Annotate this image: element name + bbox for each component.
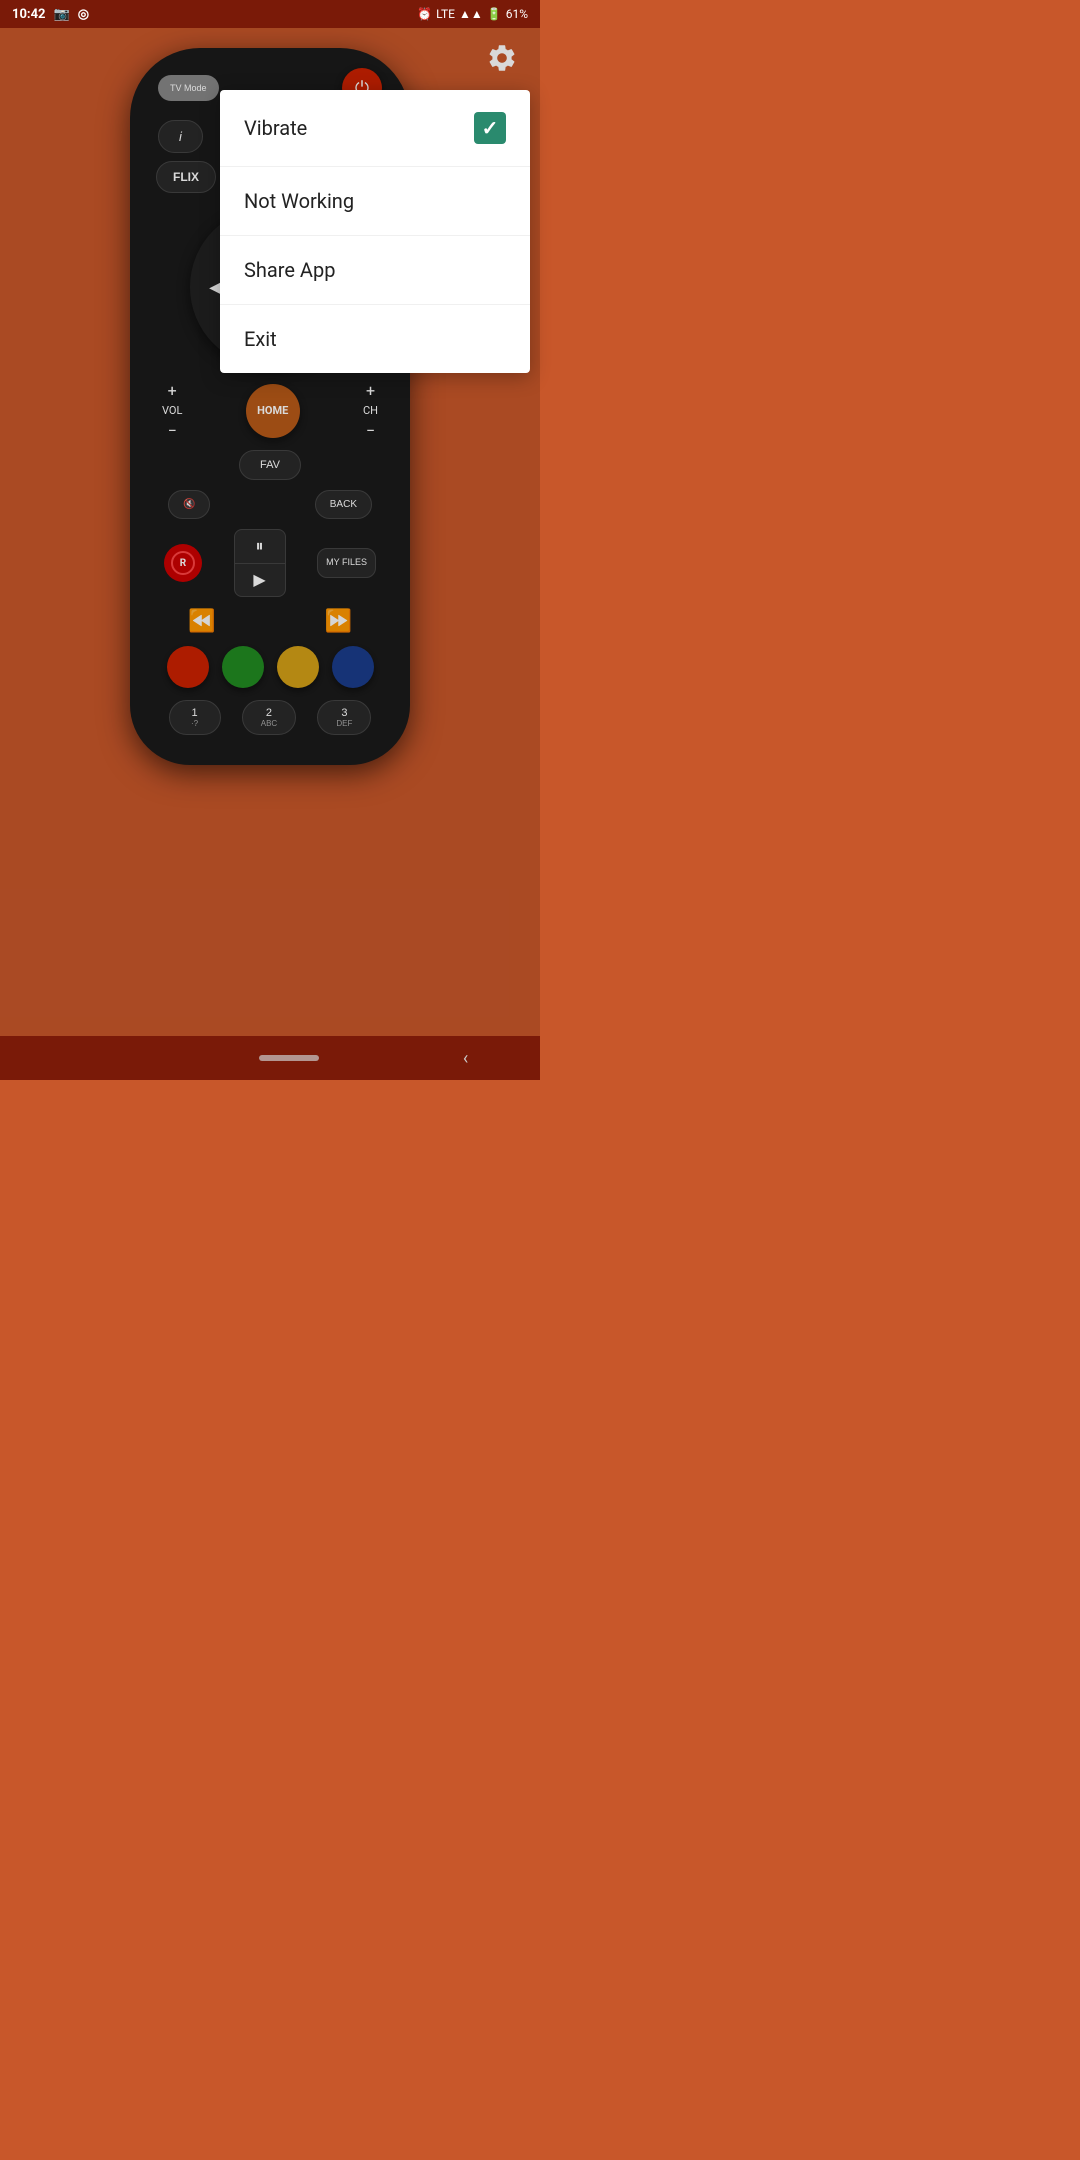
vpn-icon: ◎ [78, 7, 89, 22]
signal-icon: ▲▲ [459, 7, 483, 21]
pause-button[interactable]: ⏸ [234, 529, 286, 563]
color-buttons-row [148, 646, 392, 688]
vol-down-button[interactable]: − [168, 421, 177, 440]
exit-label: Exit [244, 327, 277, 351]
yellow-button[interactable] [277, 646, 319, 688]
fast-forward-button[interactable]: ⏩ [325, 609, 352, 634]
num2-button[interactable]: 2ABC [242, 700, 296, 735]
pause-play-group: ⏸ ▶ [234, 529, 286, 597]
mute-back-row: 🔇 BACK [148, 490, 392, 519]
vol-ch-row: + VOL − HOME + CH − [148, 381, 392, 440]
num1-button[interactable]: 1·? [169, 700, 221, 735]
vibrate-label: Vibrate [244, 116, 307, 140]
share-app-label: Share App [244, 258, 335, 282]
media-row: R ⏸ ▶ MY FILES [148, 529, 392, 597]
record-icon: R [171, 551, 195, 575]
instagram-icon: 📷 [54, 7, 70, 22]
time-display: 10:42 [12, 7, 46, 22]
home-button[interactable]: HOME [246, 384, 300, 438]
ch-down-button[interactable]: − [366, 421, 375, 440]
not-working-label: Not Working [244, 189, 354, 213]
vol-label: VOL [162, 404, 182, 417]
lte-label: LTE [436, 7, 455, 21]
vol-up-button[interactable]: + [168, 381, 177, 400]
status-left: 10:42 📷 ◎ [12, 7, 89, 22]
back-button[interactable]: BACK [315, 490, 372, 519]
menu-item-exit[interactable]: Exit [220, 305, 530, 373]
menu-item-share-app[interactable]: Share App [220, 236, 530, 305]
fav-row: FAV [148, 450, 392, 480]
settings-button[interactable] [480, 36, 524, 80]
vibrate-checkbox[interactable] [474, 112, 506, 144]
record-button[interactable]: R [164, 544, 202, 582]
flix-button[interactable]: FLIX [156, 161, 216, 193]
battery-icon: 🔋 [487, 7, 502, 21]
fav-button[interactable]: FAV [239, 450, 301, 480]
ch-label: CH [363, 404, 378, 417]
ch-control: + CH − [363, 381, 378, 440]
status-bar: 10:42 📷 ◎ ⏰ LTE ▲▲ 🔋 61% [0, 0, 540, 28]
menu-item-not-working[interactable]: Not Working [220, 167, 530, 236]
number-row: 1·? 2ABC 3DEF [148, 700, 392, 735]
mute-button[interactable]: 🔇 [168, 490, 210, 519]
menu-item-vibrate[interactable]: Vibrate [220, 90, 530, 167]
blue-button[interactable] [332, 646, 374, 688]
myfiles-button[interactable]: MY FILES [317, 548, 376, 578]
tv-mode-button[interactable]: TV Mode [158, 75, 219, 102]
gear-icon [486, 42, 518, 74]
rewind-button[interactable]: ⏪ [188, 609, 215, 634]
ch-up-button[interactable]: + [366, 381, 375, 400]
play-button[interactable]: ▶ [234, 563, 286, 597]
navigation-bar: ‹ [0, 1036, 540, 1080]
num3-button[interactable]: 3DEF [317, 700, 371, 735]
nav-back-button[interactable]: ‹ [463, 1048, 468, 1069]
vol-control: + VOL − [162, 381, 182, 440]
green-button[interactable] [222, 646, 264, 688]
battery-percent: 61% [506, 7, 528, 21]
mute-icon: 🔇 [183, 499, 195, 510]
info-button[interactable]: i [158, 120, 203, 153]
rew-ff-row: ⏪ ⏩ [148, 609, 392, 634]
status-right: ⏰ LTE ▲▲ 🔋 61% [417, 7, 528, 21]
alarm-icon: ⏰ [417, 7, 432, 21]
red-button[interactable] [167, 646, 209, 688]
home-pill[interactable] [259, 1055, 319, 1061]
dropdown-menu: Vibrate Not Working Share App Exit [220, 90, 530, 373]
